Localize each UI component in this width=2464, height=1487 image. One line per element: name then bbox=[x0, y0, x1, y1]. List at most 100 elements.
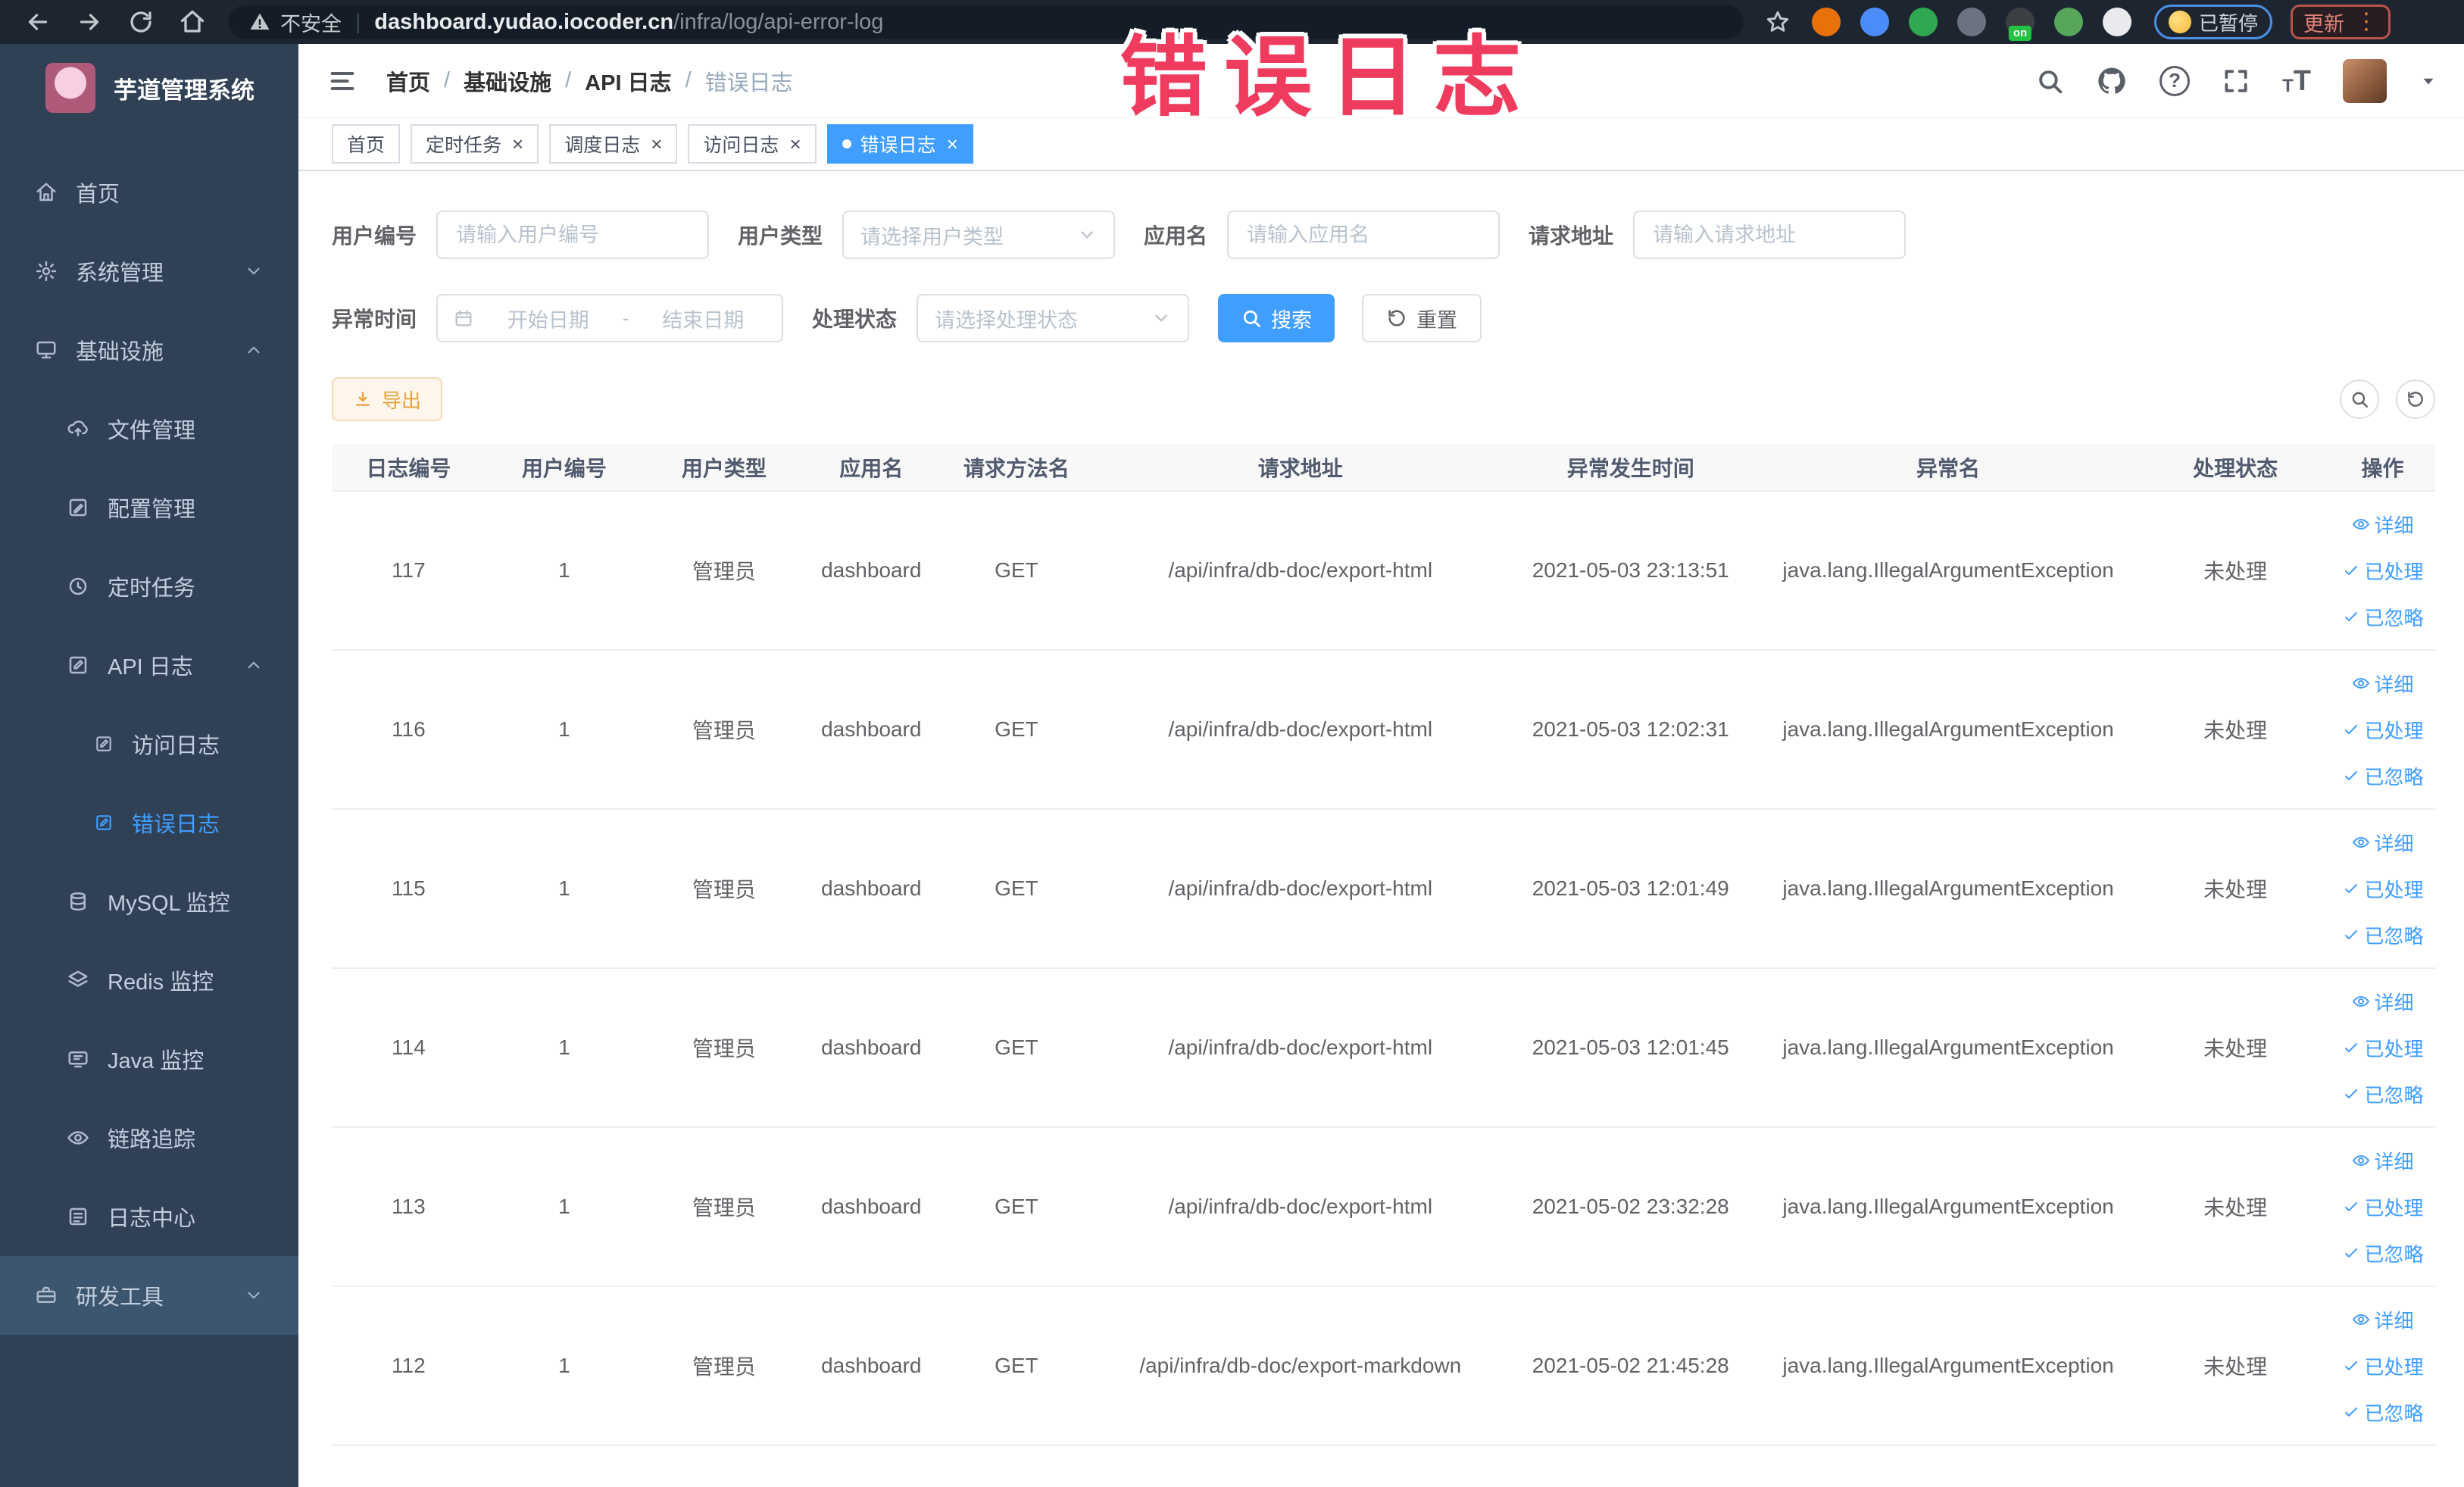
leaf-extension-icon[interactable] bbox=[2054, 8, 2083, 36]
user-id-input[interactable] bbox=[436, 211, 710, 259]
help-icon[interactable]: ? bbox=[2160, 65, 2191, 96]
sidebar-item-日志中心[interactable]: 日志中心 bbox=[0, 1177, 298, 1256]
mark-ignored-link[interactable]: 已忽略 bbox=[2342, 1398, 2424, 1426]
tab-访问日志[interactable]: 访问日志 × bbox=[688, 124, 817, 164]
mark-ignored-link[interactable]: 已忽略 bbox=[2342, 1239, 2424, 1267]
eye-icon bbox=[2352, 519, 2369, 530]
search-button[interactable]: 搜索 bbox=[1218, 294, 1335, 342]
grid-extension-icon[interactable] bbox=[1957, 8, 1986, 36]
security-label[interactable]: 不安全 bbox=[280, 8, 342, 37]
sidebar-toggle-icon[interactable] bbox=[327, 66, 358, 96]
sidebar-item-定时任务[interactable]: 定时任务 bbox=[0, 547, 298, 626]
browser-home-icon[interactable] bbox=[179, 8, 206, 36]
proxy-extension-icon[interactable]: on bbox=[2006, 8, 2035, 41]
mark-ignored-link[interactable]: 已忽略 bbox=[2342, 603, 2424, 631]
monitor-icon bbox=[36, 341, 56, 359]
sidebar-item-api-日志[interactable]: API 日志 bbox=[0, 626, 298, 704]
breadcrumb-item-infra[interactable]: 基础设施 bbox=[464, 65, 551, 97]
breadcrumb-item-api-log[interactable]: API 日志 bbox=[585, 65, 671, 97]
sidebar-item-链路追踪[interactable]: 链路追踪 bbox=[0, 1098, 298, 1177]
user-avatar[interactable] bbox=[2343, 58, 2387, 103]
mark-ignored-link[interactable]: 已忽略 bbox=[2342, 1080, 2424, 1108]
close-tab-icon[interactable]: × bbox=[789, 134, 801, 154]
action-label: 已处理 bbox=[2364, 1355, 2424, 1379]
export-button-label: 导出 bbox=[382, 389, 422, 412]
end-date-placeholder[interactable]: 结束日期 bbox=[640, 304, 767, 333]
action-label: 详细 bbox=[2374, 1309, 2414, 1332]
mark-ignored-link[interactable]: 已忽略 bbox=[2342, 921, 2424, 949]
cell-user_id: 1 bbox=[485, 1127, 643, 1287]
github-icon[interactable] bbox=[2096, 65, 2128, 97]
blue-shield-extension-icon[interactable] bbox=[1860, 8, 1889, 36]
font-size-icon[interactable]: TT bbox=[2282, 67, 2311, 95]
orange-ring-extension-icon[interactable] bbox=[1812, 8, 1841, 36]
refresh-table-button[interactable] bbox=[2396, 380, 2435, 419]
mark-processed-link[interactable]: 已处理 bbox=[2342, 716, 2424, 744]
sidebar-item-基础设施[interactable]: 基础设施 bbox=[0, 311, 298, 389]
sidebar-item-配置管理[interactable]: 配置管理 bbox=[0, 468, 298, 547]
header-search-icon[interactable] bbox=[2035, 67, 2064, 95]
reset-button[interactable]: 重置 bbox=[1362, 294, 1482, 342]
security-warning-icon[interactable] bbox=[248, 11, 271, 33]
sidebar-item-mysql-监控[interactable]: MySQL 监控 bbox=[0, 862, 298, 941]
url-host[interactable]: dashboard.yudao.iocoder.cn bbox=[374, 10, 673, 35]
app-name-input[interactable] bbox=[1227, 211, 1501, 259]
sidebar-item-redis-监控[interactable]: Redis 监控 bbox=[0, 941, 298, 1020]
browser-update-button[interactable]: 更新 ⋮ bbox=[2291, 5, 2391, 39]
tab-调度日志[interactable]: 调度日志 × bbox=[549, 124, 678, 164]
sidebar-item-错误日志[interactable]: 错误日志 bbox=[0, 783, 298, 862]
browser-back-icon[interactable] bbox=[24, 8, 52, 36]
mark-processed-link[interactable]: 已处理 bbox=[2342, 1352, 2424, 1380]
cell-time: 2021-05-03 23:13:51 bbox=[1505, 491, 1756, 651]
cell-exception: java.lang.IllegalArgumentException bbox=[1755, 491, 2141, 651]
close-tab-icon[interactable]: × bbox=[512, 134, 523, 154]
detail-link[interactable]: 详细 bbox=[2352, 1147, 2414, 1175]
toggle-search-button[interactable] bbox=[2340, 380, 2379, 419]
sidebar-item-label: 定时任务 bbox=[108, 576, 196, 601]
chevron-down-icon[interactable] bbox=[2419, 71, 2438, 91]
detail-link[interactable]: 详细 bbox=[2352, 829, 2414, 857]
puzzle-extension-icon[interactable] bbox=[2103, 8, 2131, 36]
fullscreen-icon[interactable] bbox=[2222, 67, 2250, 95]
url-path[interactable]: /infra/log/api-error-log bbox=[673, 10, 883, 35]
process-status-select[interactable]: 请选择处理状态 bbox=[917, 294, 1190, 342]
tab-定时任务[interactable]: 定时任务 × bbox=[411, 124, 539, 164]
browser-reload-icon[interactable] bbox=[127, 8, 155, 36]
request-url-input[interactable] bbox=[1633, 211, 1907, 259]
sidebar-logo-row[interactable]: 芋道管理系统 bbox=[0, 44, 298, 132]
green-circle-extension-icon[interactable] bbox=[1909, 8, 1938, 36]
export-button[interactable]: 导出 bbox=[332, 377, 443, 421]
breadcrumb-item-home[interactable]: 首页 bbox=[386, 65, 430, 97]
check-icon bbox=[2344, 725, 2357, 734]
tab-错误日志[interactable]: 错误日志 × bbox=[826, 124, 973, 164]
bookmark-star-icon[interactable] bbox=[1765, 9, 1791, 35]
user-type-select[interactable]: 请选择用户类型 bbox=[842, 211, 1116, 259]
paused-extension-pill[interactable]: 已暂停 bbox=[2154, 5, 2273, 39]
mark-processed-link[interactable]: 已处理 bbox=[2342, 1193, 2424, 1221]
mark-ignored-link[interactable]: 已忽略 bbox=[2342, 762, 2424, 790]
mark-processed-link[interactable]: 已处理 bbox=[2342, 1034, 2424, 1062]
detail-link[interactable]: 详细 bbox=[2352, 670, 2414, 698]
mark-processed-link[interactable]: 已处理 bbox=[2342, 875, 2424, 903]
start-date-placeholder[interactable]: 开始日期 bbox=[485, 304, 612, 333]
date-range-picker[interactable]: 开始日期 - 结束日期 bbox=[436, 294, 784, 342]
sidebar-item-系统管理[interactable]: 系统管理 bbox=[0, 232, 298, 311]
check-icon bbox=[2344, 566, 2357, 575]
detail-link[interactable]: 详细 bbox=[2352, 988, 2414, 1016]
address-bar[interactable]: 不安全 | dashboard.yudao.iocoder.cn /infra/… bbox=[229, 5, 1744, 39]
tab-首页[interactable]: 首页 bbox=[332, 124, 401, 164]
detail-link[interactable]: 详细 bbox=[2352, 511, 2414, 539]
filter-process-status: 处理状态 请选择处理状态 bbox=[812, 294, 1190, 342]
sidebar-item-文件管理[interactable]: 文件管理 bbox=[0, 389, 298, 468]
mark-processed-link[interactable]: 已处理 bbox=[2342, 557, 2424, 585]
close-tab-icon[interactable]: × bbox=[651, 134, 662, 154]
sidebar-item-首页[interactable]: 首页 bbox=[0, 153, 298, 232]
browser-menu-icon[interactable]: ⋮ bbox=[2355, 11, 2378, 33]
sidebar-item-java-监控[interactable]: Java 监控 bbox=[0, 1020, 298, 1098]
action-label: 已处理 bbox=[2364, 1196, 2424, 1220]
sidebar-item-研发工具[interactable]: 研发工具 bbox=[0, 1256, 298, 1335]
detail-link[interactable]: 详细 bbox=[2352, 1306, 2414, 1334]
close-tab-icon[interactable]: × bbox=[947, 134, 958, 154]
browser-forward-icon[interactable] bbox=[76, 8, 103, 36]
sidebar-item-访问日志[interactable]: 访问日志 bbox=[0, 704, 298, 783]
